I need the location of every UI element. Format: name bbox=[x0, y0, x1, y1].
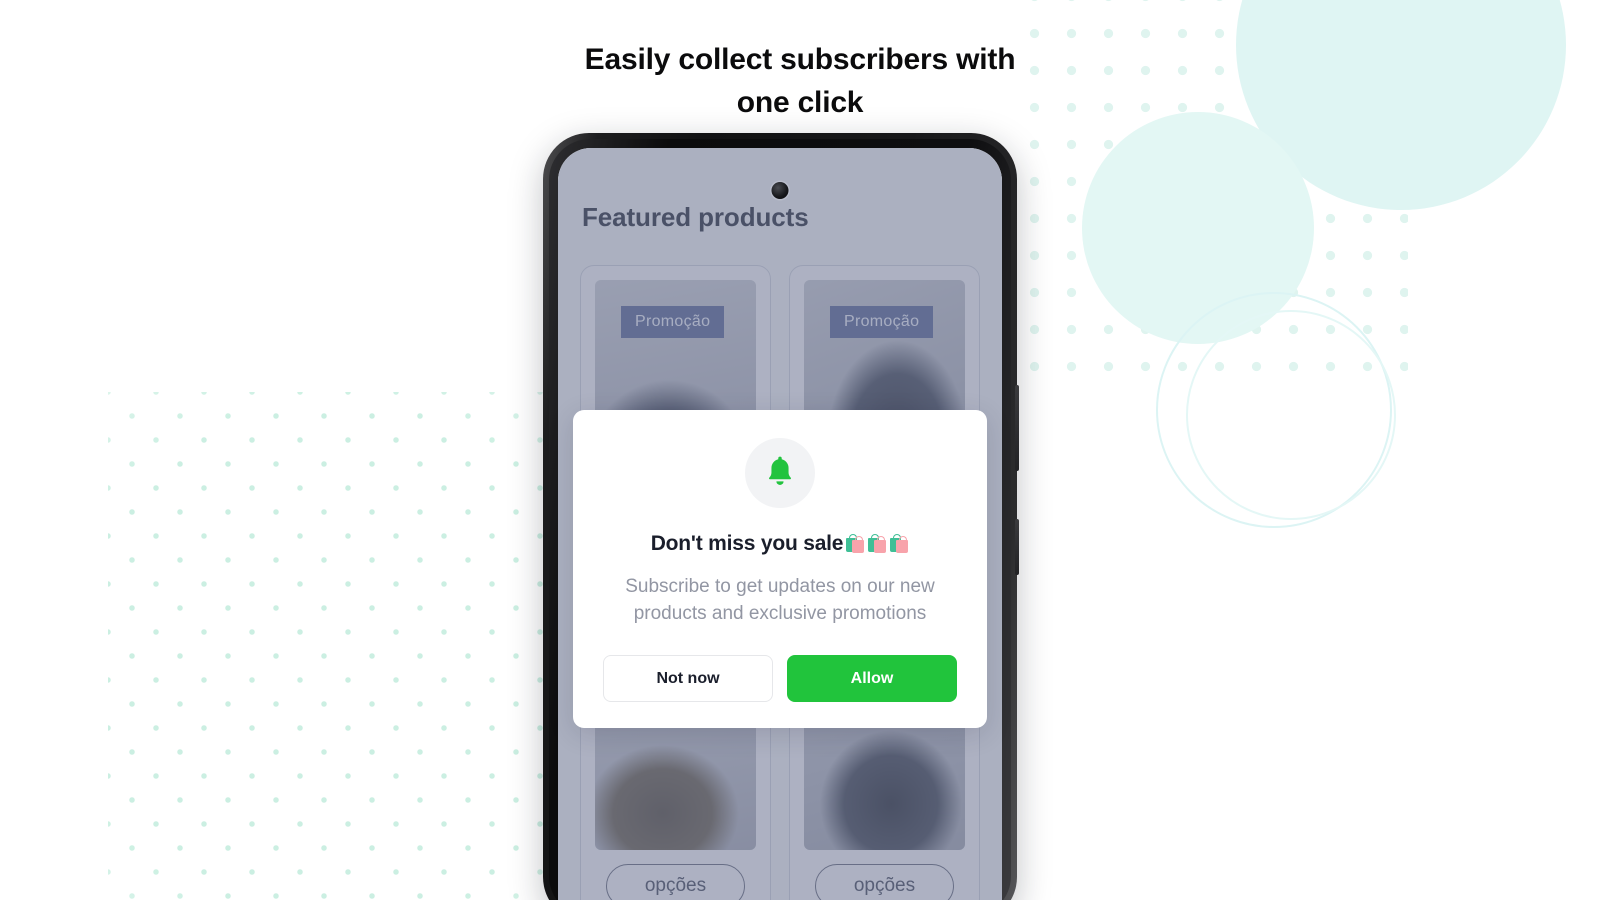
shopping-bag-emoji bbox=[868, 534, 887, 553]
modal-title-text: Don't miss you sale bbox=[650, 532, 844, 555]
page-root: Easily collect subscribers with one clic… bbox=[0, 0, 1600, 900]
phone-power-button[interactable] bbox=[1015, 519, 1019, 575]
shopping-bag-emoji bbox=[846, 534, 865, 553]
phone-volume-button[interactable] bbox=[1015, 385, 1019, 471]
dot-pattern-left bbox=[108, 392, 544, 900]
allow-button[interactable]: Allow bbox=[787, 655, 957, 702]
modal-actions: Not now Allow bbox=[603, 655, 957, 702]
shopping-bag-emoji bbox=[890, 534, 909, 553]
modal-title: Don't miss you sale bbox=[603, 532, 957, 556]
shopping-bag-emoji-group bbox=[843, 534, 909, 555]
decorative-ring-outer bbox=[1156, 292, 1392, 528]
decorative-ring-inner bbox=[1186, 310, 1396, 520]
bell-icon-container bbox=[745, 438, 815, 508]
front-camera-icon bbox=[771, 182, 789, 199]
modal-description: Subscribe to get updates on our new prod… bbox=[625, 576, 935, 624]
not-now-button[interactable]: Not now bbox=[603, 655, 773, 702]
bell-icon bbox=[762, 453, 798, 494]
headline-line-1: Easily collect subscribers with bbox=[584, 43, 1016, 76]
decorative-circle-middle bbox=[1082, 112, 1314, 344]
page-headline: Easily collect subscribers with one clic… bbox=[0, 38, 1600, 124]
subscribe-permission-modal: Don't miss you sale Subscribe to get upd… bbox=[573, 410, 987, 728]
headline-line-2: one click bbox=[736, 86, 864, 119]
